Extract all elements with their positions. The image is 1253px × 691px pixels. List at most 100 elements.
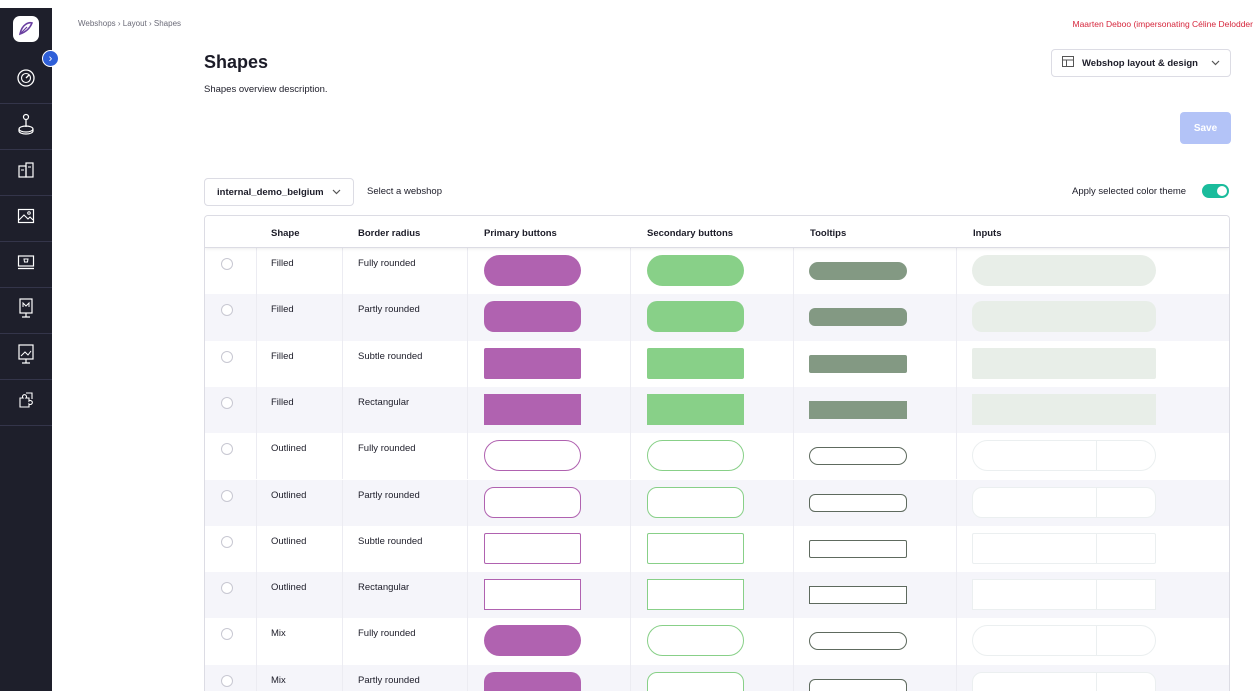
input-divider — [1096, 672, 1097, 691]
column-divider — [630, 618, 631, 665]
column-divider — [256, 664, 257, 691]
column-divider — [630, 479, 631, 526]
webshop-select-value: internal_demo_belgium — [217, 186, 324, 198]
shape-cell: Outlined — [271, 582, 307, 594]
input-divider — [1096, 580, 1097, 610]
shapes-table: Shape Border radius Primary buttons Seco… — [204, 215, 1230, 691]
column-divider — [256, 433, 257, 480]
primary-button-preview — [484, 393, 581, 425]
table-row: Outlined Partly rounded — [205, 479, 1229, 526]
app-logo[interactable] — [13, 16, 39, 42]
column-divider — [956, 525, 957, 573]
input-preview — [972, 671, 1156, 691]
column-divider — [956, 618, 957, 665]
tooltip-preview — [809, 632, 907, 651]
chevron-down-icon — [332, 187, 341, 198]
border-radius-cell: Fully rounded — [358, 443, 416, 455]
shape-cell: Mix — [271, 674, 286, 686]
column-divider — [630, 340, 631, 387]
secondary-button-preview — [647, 393, 744, 425]
row-radio[interactable] — [221, 489, 233, 502]
row-radio[interactable] — [221, 674, 233, 687]
row-radio[interactable] — [221, 628, 233, 641]
input-preview — [972, 625, 1156, 657]
webshop-select-hint: Select a webshop — [367, 186, 442, 197]
row-radio[interactable] — [221, 258, 233, 270]
save-button[interactable]: Save — [1180, 112, 1231, 144]
secondary-button-preview — [647, 532, 744, 564]
chevron-down-icon — [1211, 58, 1220, 69]
column-divider — [793, 525, 794, 573]
tooltip-preview — [809, 308, 907, 327]
webshop-icon — [16, 252, 36, 277]
layout-design-select[interactable]: Webshop layout & design — [1051, 49, 1231, 77]
column-divider — [342, 248, 343, 295]
column-divider — [467, 525, 468, 573]
column-header-inputs: Inputs — [973, 228, 1002, 239]
input-divider — [1096, 487, 1097, 517]
column-divider — [793, 294, 794, 341]
input-preview — [972, 347, 1156, 379]
secondary-button-preview — [647, 671, 744, 691]
input-preview — [972, 579, 1156, 611]
column-divider — [630, 433, 631, 480]
primary-button-preview — [484, 347, 581, 379]
sidebar-item-dashboard[interactable] — [0, 58, 52, 104]
column-divider — [630, 664, 631, 691]
column-header-primary-buttons: Primary buttons — [484, 228, 557, 239]
sidebar-item-integrations[interactable] — [0, 380, 52, 426]
tooltip-preview — [809, 447, 907, 466]
table-row: Outlined Rectangular — [205, 572, 1229, 619]
row-radio[interactable] — [221, 350, 233, 363]
tooltip-preview — [809, 539, 907, 558]
column-divider — [956, 294, 957, 341]
shape-cell: Outlined — [271, 489, 307, 501]
column-divider — [630, 525, 631, 573]
column-header-shape: Shape — [271, 228, 300, 239]
layout-icon — [1062, 56, 1074, 70]
secondary-button-preview — [647, 301, 744, 333]
tooltip-preview — [809, 493, 907, 512]
column-divider — [956, 386, 957, 434]
theme-toggle[interactable] — [1202, 184, 1229, 198]
primary-button-preview — [484, 486, 581, 518]
webshop-select[interactable]: internal_demo_belgium — [204, 178, 354, 206]
shape-cell: Mix — [271, 628, 286, 640]
column-divider — [793, 433, 794, 480]
row-radio[interactable] — [221, 396, 233, 409]
tooltip-preview — [809, 262, 907, 280]
sidebar-item-joystick[interactable] — [0, 104, 52, 150]
page-title: Shapes — [204, 52, 269, 72]
sidebar-item-webshop[interactable] — [0, 242, 52, 288]
page-description: Shapes overview description. — [204, 84, 328, 95]
border-radius-cell: Fully rounded — [358, 258, 416, 269]
sidebar-item-media[interactable] — [0, 196, 52, 242]
shape-cell: Filled — [271, 350, 294, 362]
input-preview — [972, 255, 1156, 286]
column-divider — [467, 248, 468, 295]
row-radio[interactable] — [221, 304, 233, 317]
input-preview — [972, 393, 1156, 425]
layout-design-label: Webshop layout & design — [1082, 57, 1198, 69]
border-radius-cell: Partly rounded — [358, 304, 420, 316]
row-radio[interactable] — [221, 535, 233, 548]
input-preview — [972, 301, 1156, 333]
row-radio[interactable] — [221, 582, 233, 595]
integrations-icon — [16, 390, 36, 415]
column-divider — [956, 479, 957, 526]
column-divider — [630, 386, 631, 434]
row-radio[interactable] — [221, 443, 233, 456]
sidebar-item-presentation[interactable] — [0, 334, 52, 380]
tooltip-preview — [809, 354, 907, 373]
column-divider — [467, 386, 468, 434]
shape-cell: Outlined — [271, 535, 307, 547]
column-divider — [793, 572, 794, 619]
media-icon — [16, 206, 36, 231]
tooltip-preview — [809, 400, 907, 419]
breadcrumb[interactable]: Webshops › Layout › Shapes — [78, 19, 181, 28]
column-divider — [342, 479, 343, 526]
presentation-icon — [16, 343, 36, 370]
sidebar-item-products[interactable] — [0, 150, 52, 196]
sidebar-item-marketing[interactable] — [0, 288, 52, 334]
primary-button-preview — [484, 579, 581, 611]
